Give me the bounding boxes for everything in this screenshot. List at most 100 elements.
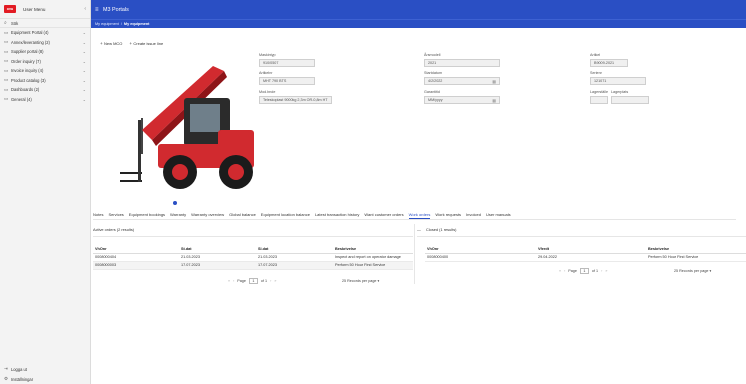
company-logo: ovu (4, 5, 16, 13)
sidebar-item-product-catalog[interactable]: ▭ Product catalog (3) ⌄ (0, 76, 90, 86)
table-cell: 21.03.2023 (256, 253, 333, 262)
closed-orders-title: Closed (1 results) (425, 227, 457, 232)
collapse-icon[interactable]: — (417, 227, 421, 232)
new-mco-button[interactable]: + New MCO (100, 41, 122, 46)
chevron-down-icon: ⌄ (82, 96, 86, 102)
hamburger-menu-icon[interactable]: ≡ (95, 7, 103, 13)
tab-equipment-bookings[interactable]: Equipment bookings (129, 212, 165, 219)
logout-item[interactable]: ⇥ Logga ut (0, 364, 90, 374)
chevron-down-icon: ⌄ (82, 77, 86, 83)
artikel-field: B9009-2021 (590, 59, 628, 67)
breadcrumb-parent[interactable]: My equipment (95, 22, 119, 26)
user-menu-label[interactable]: User Menu (23, 7, 84, 12)
equipment-image (120, 66, 254, 189)
lagerstalle-field (590, 96, 608, 104)
tab-invoiced[interactable]: Invoiced (466, 212, 481, 219)
column-header[interactable]: VhOnr (425, 245, 536, 254)
chevron-down-icon: ⌄ (82, 87, 86, 93)
sidebar-item-invoice-inquiry[interactable]: ▭ Invoice inquiry (4) ⌄ (0, 66, 90, 76)
records-per-page-select[interactable]: 25 Records per page ▾ (342, 279, 379, 283)
logout-icon: ⇥ (4, 366, 8, 371)
records-per-page-select[interactable]: 25 Records per page ▾ (674, 269, 711, 273)
garanti-value: MM/yyyy (428, 98, 443, 102)
benamning-field: Teleskoplast 9000kg 2,3m OR-0,8m HT (259, 96, 332, 104)
closed-orders-header[interactable]: — Closed (1 results) (417, 227, 456, 232)
table-cell: Inspect and report on operator damage (333, 253, 413, 262)
front-hub (172, 164, 188, 180)
collapse-sidebar-icon[interactable]: ‹ (84, 6, 86, 12)
active-orders-table: VhOnr St.dat Sl.dat Beskrivelse 00080004… (93, 245, 413, 270)
top-bar: ≡ M3 Portals (91, 0, 746, 19)
table-row[interactable]: 0008000003 17.07.2023 17.07.2023 Perform… (93, 261, 413, 270)
settings-label: Inställningar (11, 376, 34, 382)
column-header[interactable]: VhOnr (93, 245, 179, 254)
closed-orders-table: VhOnr Vferdt Beskrivelse 0008000400 29.0… (425, 245, 746, 262)
calendar-icon[interactable]: ▦ (492, 79, 496, 84)
tab-warranty-overview[interactable]: Warranty overview (191, 212, 224, 219)
tab-notes[interactable]: Notes (93, 212, 103, 219)
tab-warranty[interactable]: Warranty (170, 212, 186, 219)
table-row[interactable]: 0008000400 29.04.2022 Perform 50 Hour Fi… (425, 253, 746, 262)
column-header[interactable]: Sl.dat (256, 245, 333, 254)
column-header[interactable]: Vferdt (536, 245, 646, 254)
column-header[interactable]: Beskrivelse (333, 245, 413, 254)
column-header[interactable]: Beskrivelse (646, 245, 746, 254)
folder-icon: ▭ (4, 29, 9, 35)
tab-latest-transaction-history[interactable]: Latest transaction history (315, 212, 359, 219)
cab-window (190, 104, 220, 132)
tab-services[interactable]: Services (108, 212, 123, 219)
calendar-icon[interactable]: ▦ (492, 98, 496, 103)
page-number-input[interactable]: 1 (579, 268, 589, 274)
sidebar-item-label: Dashboards (2) (11, 87, 40, 93)
table-cell: Perform 50 Hour First Service (646, 253, 746, 262)
tab-equipment-location-balance[interactable]: Equipment location balance (261, 212, 310, 219)
carousel-dot[interactable] (173, 201, 177, 205)
table-cell: 0008000003 (93, 261, 179, 270)
benamning-label: Mod.bnde (259, 90, 276, 94)
maskintyp-label: Maskintyp (259, 53, 276, 57)
lagerstalle-label: Lagerställe (590, 90, 609, 94)
garanti-field: MM/yyyy ▦ (424, 96, 500, 104)
sidebar-item-general[interactable]: ▭ General (4) ⌄ (0, 95, 90, 105)
detail-tabs: Notes Services Equipment bookings Warran… (93, 212, 736, 220)
sidebar-header: ovu User Menu ‹ (0, 0, 90, 19)
artikelnr-field: MHT 790 BTS (259, 77, 315, 85)
chevron-down-icon: ⌄ (82, 58, 86, 64)
sidebar-search[interactable]: ⌕ Sök (0, 19, 90, 28)
sidebar-bottom: ⇥ Logga ut ⚙ Inställningar (0, 364, 90, 384)
table-row[interactable]: 0008000404 21.03.2023 21.03.2023 Inspect… (93, 253, 413, 262)
sidebar-item-supplier-portal[interactable]: ▭ Supplier portal (8) ⌄ (0, 47, 90, 57)
page-of-label: of 1 (260, 279, 268, 283)
tab-user-manuals[interactable]: User manuals (486, 212, 511, 219)
last-page-icon[interactable]: » (274, 279, 276, 283)
tab-global-balance[interactable]: Global balance (229, 212, 256, 219)
startdatum-value: 4/2/2022 (428, 79, 443, 83)
prev-page-icon[interactable]: ‹ (564, 269, 565, 273)
sidebar-item-dashboards[interactable]: ▭ Dashboards (2) ⌄ (0, 85, 90, 95)
sidebar-item-annex[interactable]: ▭ Annex/leveranting (2) ⌄ (0, 38, 90, 48)
fork-carriage (138, 120, 141, 182)
settings-item[interactable]: ⚙ Inställningar (0, 374, 90, 384)
tab-work-orders[interactable]: Work orders (408, 212, 431, 219)
last-page-icon[interactable]: » (605, 269, 607, 273)
folder-icon: ▭ (4, 67, 9, 73)
table-cell: 17.07.2023 (256, 261, 333, 270)
sidebar-item-label: Equipment Portal (4) (11, 30, 49, 36)
page-number-input[interactable]: 1 (248, 278, 258, 284)
next-page-icon[interactable]: › (270, 279, 271, 283)
next-page-icon[interactable]: › (601, 269, 602, 273)
create-issue-line-button[interactable]: + Create issue line (129, 41, 163, 46)
tab-work-requests[interactable]: Work requests (435, 212, 461, 219)
chevron-down-icon: ⌄ (82, 39, 86, 45)
prev-page-icon[interactable]: ‹ (233, 279, 234, 283)
sidebar-item-equipment-portal[interactable]: ▭ Equipment Portal (4) ⌄ (0, 28, 90, 38)
sidebar-item-label: Order inquiry (7) (11, 58, 41, 64)
first-page-icon[interactable]: « (228, 279, 230, 283)
logout-label: Logga ut (11, 366, 27, 372)
arsmodell-label: Årsmodell (424, 53, 441, 57)
tab-want-customer-orders[interactable]: Want customer orders (364, 212, 403, 219)
sidebar-item-order-inquiry[interactable]: ▭ Order inquiry (7) ⌄ (0, 57, 90, 67)
column-header[interactable]: St.dat (179, 245, 256, 254)
first-page-icon[interactable]: « (559, 269, 561, 273)
new-mco-label: New MCO (103, 41, 123, 46)
